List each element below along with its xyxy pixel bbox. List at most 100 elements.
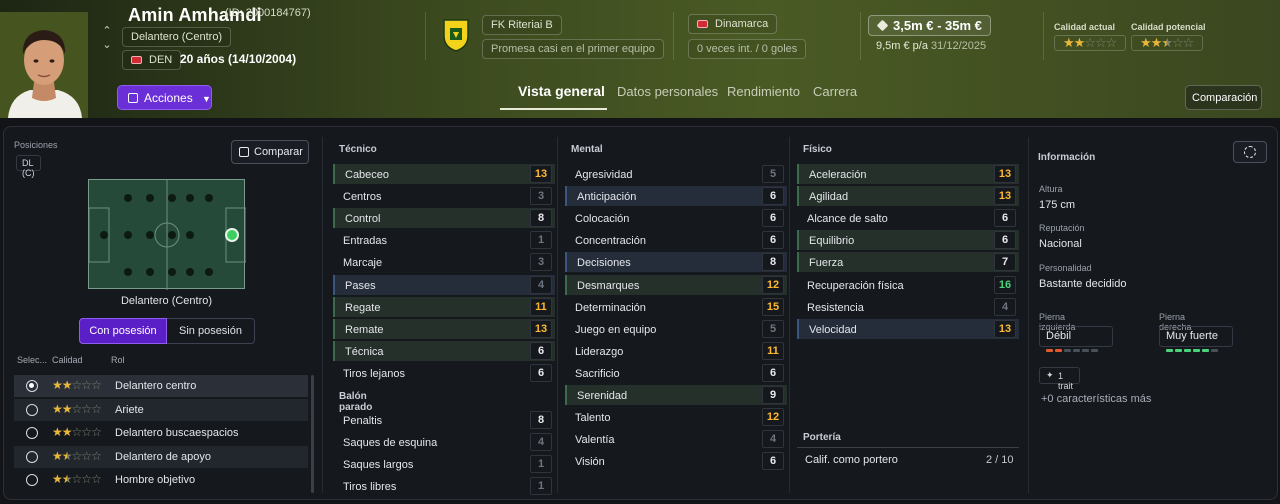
- attribute-row[interactable]: Técnica 6: [333, 340, 555, 361]
- more-traits-link[interactable]: +0 características más: [1041, 393, 1151, 405]
- tab-datos-personales[interactable]: Datos personales: [617, 84, 718, 99]
- actions-button[interactable]: Acciones ▼: [117, 85, 212, 110]
- tab-carrera[interactable]: Carrera: [813, 84, 857, 99]
- attribute-value: 6: [994, 231, 1016, 250]
- attribute-row[interactable]: Centros 3: [333, 186, 555, 206]
- divider: [797, 447, 1019, 448]
- position-dot[interactable]: [168, 231, 176, 239]
- role-radio[interactable]: [26, 380, 38, 392]
- attribute-row[interactable]: Regate 11: [333, 296, 555, 317]
- position-dot[interactable]: [186, 231, 194, 239]
- attribute-name: Pases: [345, 279, 376, 292]
- attribute-row[interactable]: Tiros libres 1: [333, 476, 555, 496]
- attribute-row[interactable]: Equilibrio 6: [797, 230, 1019, 251]
- attribute-row[interactable]: Concentración 6: [565, 230, 787, 250]
- position-dot[interactable]: [124, 268, 132, 276]
- compare-button[interactable]: Comparar: [231, 140, 309, 164]
- attribute-row[interactable]: Control 8: [333, 208, 555, 229]
- attribute-row[interactable]: Recuperación física 16: [797, 275, 1019, 295]
- country-name: Dinamarca: [715, 18, 769, 30]
- role-radio[interactable]: [26, 427, 38, 439]
- nationality-chip: DEN: [122, 50, 182, 70]
- attribute-value: 6: [762, 452, 784, 471]
- club-name[interactable]: FK Riteriai B: [482, 15, 562, 35]
- role-list-scrollbar[interactable]: [311, 375, 314, 493]
- trait-chip[interactable]: ✦ 1 trait: [1039, 367, 1080, 391]
- attribute-row[interactable]: Fuerza 7: [797, 252, 1019, 273]
- foot-strength-bar: [1193, 349, 1200, 352]
- attribute-name: Agresividad: [575, 169, 633, 181]
- attribute-row[interactable]: Tiros lejanos 6: [333, 363, 555, 383]
- attribute-row[interactable]: Serenidad 9: [565, 385, 787, 405]
- attribute-row[interactable]: Penaltis 8: [333, 410, 555, 430]
- foot-strength-bar: [1055, 349, 1062, 352]
- attribute-row[interactable]: Aceleración 13: [797, 164, 1019, 184]
- column-header-role: Rol: [111, 355, 125, 365]
- role-row[interactable]: ★★☆☆☆ Delantero centro: [14, 375, 308, 397]
- attribute-row[interactable]: Determinación 15: [565, 297, 787, 317]
- attribute-row[interactable]: Juego en equipo 5: [565, 319, 787, 339]
- position-dot[interactable]: [124, 194, 132, 202]
- position-dot[interactable]: [186, 268, 194, 276]
- attribute-name: Fuerza: [809, 257, 844, 270]
- role-row[interactable]: ★★☆☆☆ Delantero buscaespacios: [14, 422, 308, 444]
- attribute-value: 8: [762, 253, 784, 272]
- position-dot[interactable]: [205, 194, 213, 202]
- attribute-row[interactable]: Marcaje 3: [333, 252, 555, 272]
- attribute-row[interactable]: Liderazgo 11: [565, 341, 787, 361]
- role-radio[interactable]: [26, 474, 38, 486]
- attribute-name: Cabeceo: [345, 169, 390, 181]
- compare-icon: [239, 147, 249, 157]
- attribute-row[interactable]: Decisiones 8: [565, 252, 787, 273]
- attribute-row[interactable]: Remate 13: [333, 318, 555, 339]
- attribute-row[interactable]: Agilidad 13: [797, 186, 1019, 207]
- position-dot[interactable]: [168, 194, 176, 202]
- attribute-row[interactable]: Entradas 1: [333, 230, 555, 250]
- tab-rendimiento[interactable]: Rendimiento: [727, 84, 800, 99]
- attribute-row[interactable]: Desmarques 12: [565, 274, 787, 295]
- role-rating-stars: ★★☆☆☆: [52, 448, 102, 463]
- club-crest-icon[interactable]: [441, 18, 471, 52]
- attribute-row[interactable]: Cabeceo 13: [333, 164, 555, 184]
- chevron-up-icon[interactable]: ⌃: [100, 24, 114, 37]
- attribute-row[interactable]: Visión 6: [565, 451, 787, 471]
- attribute-row[interactable]: Talento 12: [565, 407, 787, 427]
- comparison-button[interactable]: Comparación: [1185, 85, 1262, 110]
- attribute-row[interactable]: Saques de esquina 4: [333, 432, 555, 452]
- attribute-name: Anticipación: [577, 191, 637, 204]
- attribute-row[interactable]: Pases 4: [333, 274, 555, 295]
- attribute-row[interactable]: Velocidad 13: [797, 318, 1019, 339]
- tab-vista-general[interactable]: Vista general: [518, 83, 605, 99]
- position-dot[interactable]: [146, 231, 154, 239]
- attribute-row[interactable]: Anticipación 6: [565, 186, 787, 207]
- attribute-row[interactable]: Sacrificio 6: [565, 363, 787, 383]
- role-row[interactable]: ★★☆☆☆ Delantero de apoyo: [14, 445, 308, 468]
- chevron-down-icon[interactable]: ⌄: [100, 38, 114, 51]
- info-settings-button[interactable]: [1233, 141, 1267, 163]
- attribute-value: 4: [530, 275, 552, 294]
- attribute-row[interactable]: Colocación 6: [565, 208, 787, 228]
- role-radio[interactable]: [26, 450, 38, 463]
- role-radio[interactable]: [26, 403, 38, 416]
- position-dot[interactable]: [205, 268, 213, 276]
- position-dot[interactable]: [168, 268, 176, 276]
- attribute-row[interactable]: Saques largos 1: [333, 454, 555, 474]
- position-dot[interactable]: [146, 194, 154, 202]
- with-possession-toggle[interactable]: Con posesión: [79, 318, 167, 344]
- attribute-name: Saques largos: [343, 459, 414, 472]
- country-chip[interactable]: Dinamarca: [688, 14, 778, 34]
- position-dot[interactable]: [100, 231, 108, 239]
- attribute-row[interactable]: Agresividad 5: [565, 164, 787, 184]
- role-row[interactable]: ★★☆☆☆ Hombre objetivo: [14, 469, 308, 491]
- selected-position-marker[interactable]: [225, 228, 239, 242]
- position-dot[interactable]: [146, 268, 154, 276]
- attribute-row[interactable]: Resistencia 4: [797, 297, 1019, 317]
- info-heading: Información: [1038, 152, 1096, 163]
- attribute-row[interactable]: Valentía 4: [565, 429, 787, 449]
- role-row[interactable]: ★★☆☆☆ Ariete: [14, 398, 308, 421]
- position-dot[interactable]: [186, 194, 194, 202]
- position-dot[interactable]: [124, 231, 132, 239]
- without-possession-toggle[interactable]: Sin posesión: [167, 318, 255, 344]
- attribute-name: Valentía: [575, 434, 615, 447]
- attribute-row[interactable]: Alcance de salto 6: [797, 208, 1019, 228]
